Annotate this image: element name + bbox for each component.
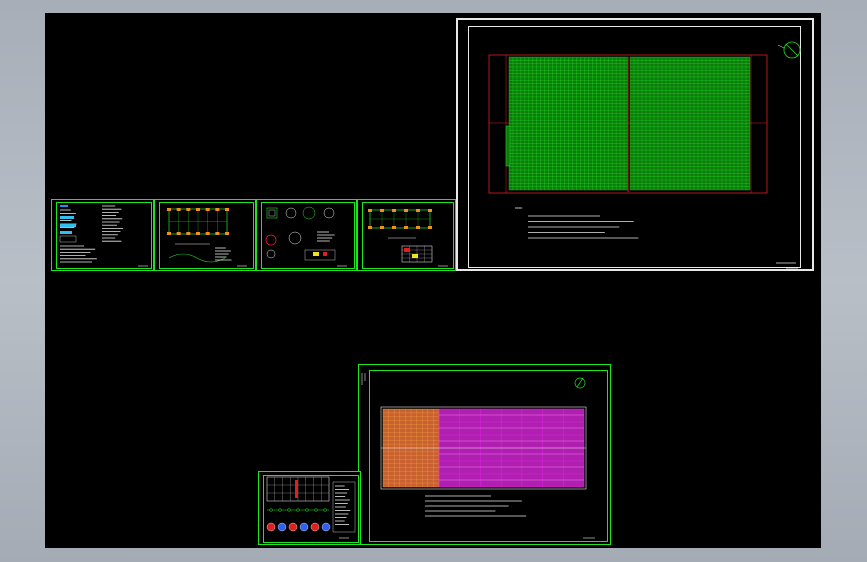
detail-circle <box>288 231 302 245</box>
cad-model-space[interactable] <box>45 13 821 548</box>
small-detail-sheet[interactable] <box>258 471 361 545</box>
colored-plan-drawing <box>361 373 595 539</box>
foundation-plan-drawing <box>167 208 247 267</box>
column <box>392 209 396 212</box>
column <box>380 209 384 212</box>
symbol-icon <box>299 522 309 532</box>
column <box>428 209 432 212</box>
column-plan-drawing <box>368 209 448 267</box>
footing <box>225 232 229 235</box>
footing <box>186 232 191 235</box>
column <box>416 226 420 229</box>
footing <box>205 208 210 211</box>
heading-mark <box>60 205 68 207</box>
highlight-cell <box>313 252 319 256</box>
column <box>368 226 372 229</box>
symbol-icon <box>266 522 276 532</box>
legend-box <box>60 216 74 219</box>
footing <box>167 232 171 235</box>
footing <box>215 232 220 235</box>
north-arrow-label <box>777 44 785 49</box>
footing <box>186 208 191 211</box>
detail-table <box>304 249 336 261</box>
highlight-cell <box>412 254 418 258</box>
detail-circle <box>302 206 316 220</box>
highlight-cell <box>404 248 410 252</box>
main-floor-plan-drawing <box>488 41 801 269</box>
section-curve <box>168 253 226 263</box>
north-arrow-needle <box>785 43 799 57</box>
red-column <box>295 480 298 498</box>
legend-box <box>60 224 76 227</box>
column <box>392 226 396 229</box>
column <box>428 226 432 229</box>
column <box>368 209 372 212</box>
small-detail-drawing <box>266 476 356 539</box>
details-sheet-drawing <box>265 206 347 267</box>
footing <box>167 208 171 211</box>
annex-strip <box>505 125 511 167</box>
column-plan-sheet[interactable] <box>357 199 456 271</box>
detail-box <box>266 207 278 219</box>
footing <box>225 208 229 211</box>
column <box>404 226 408 229</box>
detail-circle <box>323 207 335 219</box>
notes-sheet-drawing <box>59 205 148 267</box>
table <box>59 235 77 243</box>
main-floor-plan-sheet[interactable] <box>456 18 814 271</box>
symbol-icon <box>277 522 287 532</box>
column <box>404 209 408 212</box>
footing <box>196 232 200 235</box>
symbol-icon <box>310 522 320 532</box>
footing <box>205 232 210 235</box>
footing <box>176 232 181 235</box>
column <box>380 226 384 229</box>
detail-box <box>268 209 276 217</box>
symbol-icon <box>288 522 298 532</box>
foundation-plan-sheet[interactable] <box>154 199 256 271</box>
detail-circle <box>265 234 277 246</box>
column <box>416 209 420 212</box>
footing <box>196 208 200 211</box>
colored-plan-sheet[interactable] <box>358 364 611 545</box>
detail-circle <box>285 207 297 219</box>
highlight-cell <box>323 252 327 256</box>
symbol-icon <box>321 522 331 532</box>
footing <box>215 208 220 211</box>
north-arrow-needle <box>576 377 584 388</box>
details-sheet[interactable] <box>256 199 357 271</box>
footing <box>176 208 181 211</box>
legend-box <box>60 231 72 234</box>
notes-sheet[interactable] <box>51 199 154 271</box>
detail-circle <box>266 249 276 259</box>
